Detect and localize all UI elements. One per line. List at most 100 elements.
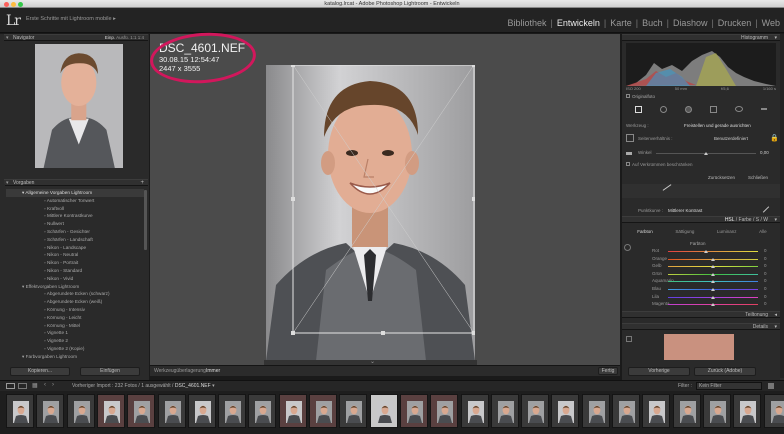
filmstrip-thumbnail[interactable] (581, 394, 610, 428)
aspect-grid-icon[interactable] (626, 134, 634, 142)
hsl-slider-track[interactable] (668, 250, 758, 253)
hsl-header[interactable]: HSL / Farbe / S / W ▾ (622, 216, 780, 223)
hsl-slider-knob[interactable] (711, 272, 715, 276)
zoom-fit[interactable]: Einp. (105, 35, 115, 40)
grid-icon[interactable]: ▦ (32, 382, 38, 389)
main-photo[interactable] (266, 65, 475, 361)
close-crop-button[interactable]: Schließen (748, 175, 768, 180)
paste-button[interactable]: Einfügen (80, 367, 140, 376)
forward-icon[interactable]: › (52, 382, 54, 388)
preset-item[interactable]: ▫ Nikon - Portrait (6, 259, 144, 267)
tab-farbton[interactable]: Farbton (637, 229, 653, 237)
preset-item[interactable]: ▫ Nikon - Standard (6, 267, 144, 275)
crop-overlay[interactable] (266, 65, 475, 361)
pen-icon[interactable] (762, 206, 770, 213)
hsl-slider-knob[interactable] (711, 265, 715, 269)
detail-target-icon[interactable] (626, 336, 632, 342)
histogram-header[interactable]: Histogramm ▾ (622, 34, 780, 41)
filmstrip-thumbnail[interactable] (733, 394, 762, 428)
tab-hsl[interactable]: HSL (725, 217, 735, 223)
module-web[interactable]: Web (758, 18, 784, 28)
zoom-fill[interactable]: Ausfü. (116, 35, 129, 40)
filmstrip-thumbnail[interactable] (369, 394, 398, 428)
filmstrip-thumbnail[interactable] (672, 394, 701, 428)
preset-item[interactable]: ▫ Schärfen - Landschaft (6, 236, 144, 244)
graduated-filter-icon[interactable] (710, 105, 717, 113)
filmstrip-thumbnail[interactable] (187, 394, 216, 428)
original-photo-checkbox[interactable]: Originalfoto (626, 94, 655, 99)
filmstrip-thumbnail[interactable] (339, 394, 368, 428)
preset-folder[interactable]: ▾ Effektvorgaben Lightroom (6, 283, 144, 291)
catalog-name[interactable]: Erste Schritte mit Lightroom mobile ▸ (26, 16, 116, 22)
preset-folder[interactable]: ▾ Farbvorgaben Lightroom (6, 353, 144, 361)
hsl-slider-knob[interactable] (711, 295, 715, 299)
preset-item[interactable]: ▫ Nikon - Vivid (6, 275, 144, 283)
hsl-slider-track[interactable] (668, 272, 758, 276)
zoom-1-1[interactable]: 1:1 (130, 35, 136, 40)
preset-item[interactable]: ▫ Körnung - Intensiv (6, 306, 144, 314)
preset-item[interactable]: ▫ Nikon - Landscape (6, 244, 144, 252)
preset-item[interactable]: ▫ Nikon - Neutral (6, 251, 144, 259)
red-eye-icon[interactable] (685, 105, 692, 113)
preset-item[interactable]: ▫ Vignette 2 (6, 337, 144, 345)
aspect-select[interactable]: Benutzerdefiniert (714, 136, 748, 141)
crop-tool-icon[interactable] (635, 105, 642, 113)
hsl-slider-knob[interactable] (711, 257, 715, 261)
details-header[interactable]: Details ▾ (622, 323, 780, 330)
module-entwickeln[interactable]: Entwickeln (553, 18, 604, 28)
reset-crop-button[interactable]: Zurücksetzen (708, 175, 735, 180)
module-bibliothek[interactable]: Bibliothek (503, 18, 550, 28)
preset-item[interactable]: ▫ Automatischer Tonwert (6, 197, 144, 205)
module-diashow[interactable]: Diashow (669, 18, 712, 28)
lock-icon[interactable]: 🔒 (770, 134, 779, 142)
preset-item[interactable]: ▫ Abgerundete Ecken (schwarz) (6, 290, 144, 298)
angle-slider-knob[interactable] (704, 152, 708, 155)
hsl-slider-track[interactable] (668, 280, 758, 284)
constrain-checkbox[interactable]: Auf Verkrümmen beschränken (626, 162, 693, 167)
tab-farbe[interactable]: Farbe (739, 217, 752, 223)
preset-item[interactable]: ▫ Nullwert (6, 220, 144, 228)
spot-removal-icon[interactable] (660, 105, 667, 113)
filmstrip-thumbnail[interactable] (763, 394, 784, 428)
straighten-icon[interactable] (626, 152, 632, 155)
add-preset-icon[interactable]: + (140, 180, 144, 186)
filmstrip-thumbnail[interactable] (6, 394, 34, 428)
copy-button[interactable]: Kopieren... (10, 367, 70, 376)
zoom-1-4[interactable]: 1:4 (138, 35, 144, 40)
module-karte[interactable]: Karte (606, 18, 636, 28)
filmstrip-thumbnail[interactable] (127, 394, 156, 428)
radial-filter-icon[interactable] (735, 106, 743, 112)
preset-item[interactable]: ▫ Schärfen - Gesichter (6, 228, 144, 236)
filmstrip-thumbnail[interactable] (612, 394, 640, 428)
hsl-slider-track[interactable] (668, 288, 758, 291)
presets-header[interactable]: ▾ Vorgaben + (4, 179, 148, 186)
previous-button[interactable]: Vorherige (628, 367, 690, 376)
preset-folder[interactable]: ▾ Allgemeine Vorgaben Lightroom (6, 189, 144, 197)
tab-luminanz[interactable]: Luminanz (717, 229, 737, 237)
overlay-select[interactable]: Immer (206, 368, 220, 374)
hsl-slider-track[interactable] (668, 295, 758, 299)
filmstrip-thumbnail[interactable] (642, 394, 671, 428)
filmstrip-thumbnail[interactable] (521, 394, 550, 428)
hsl-slider-track[interactable] (668, 265, 758, 269)
filter-select[interactable]: Kein Filter (696, 382, 762, 390)
filmstrip-thumbnail[interactable] (248, 394, 277, 428)
hsl-slider-knob[interactable] (703, 250, 708, 253)
filmstrip-thumbnail[interactable] (430, 394, 459, 428)
module-buch[interactable]: Buch (638, 18, 667, 28)
hsl-slider-knob[interactable] (711, 280, 715, 284)
preset-item[interactable]: ▫ Vignette 2 (Kopie) (6, 345, 144, 353)
tab-sw[interactable]: S / W (756, 217, 768, 223)
angle-slider[interactable] (656, 152, 756, 155)
chevron-down-icon[interactable]: ▾ (212, 383, 215, 389)
filmstrip-thumbnail[interactable] (157, 394, 186, 428)
module-drucken[interactable]: Drucken (714, 18, 756, 28)
screen-2-icon[interactable] (18, 383, 27, 389)
tab-saettigung[interactable]: Sättigung (675, 229, 694, 237)
histogram-graph[interactable] (626, 43, 776, 86)
navigator-header[interactable]: ▾ Navigator Einp. Ausfü. 1:1 1:4 (4, 34, 148, 41)
preset-item[interactable]: ▫ Kraftvoll (6, 205, 144, 213)
filter-lock-icon[interactable] (768, 383, 774, 389)
filmstrip-thumbnail[interactable] (460, 394, 489, 428)
preset-item[interactable]: ▫ Mittlere Kontrastkurve (6, 212, 144, 220)
